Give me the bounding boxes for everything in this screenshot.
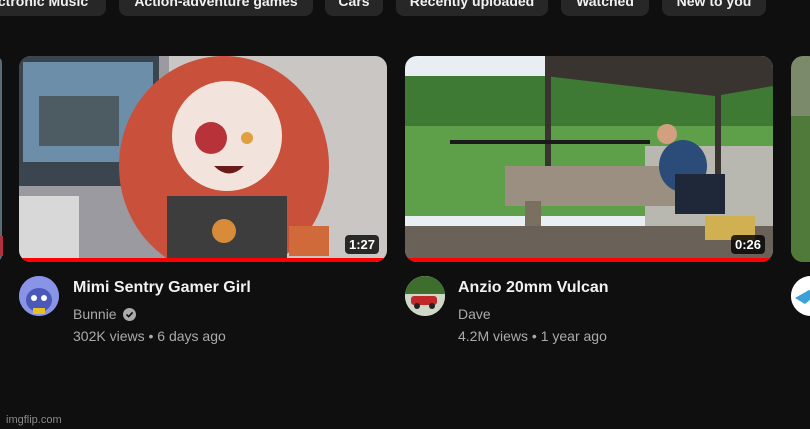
video-meta-1: 302K views • 6 days ago — [73, 328, 226, 344]
red-car-avatar-icon — [405, 276, 445, 316]
watch-progress-bar — [405, 258, 773, 262]
video-title-1[interactable]: Mimi Sentry Gamer Girl — [73, 279, 251, 297]
chip-recently-uploaded[interactable]: Recently uploaded — [396, 0, 548, 16]
partial-thumbnail-left[interactable] — [0, 56, 2, 262]
bird-avatar-icon — [791, 276, 810, 316]
channel-name-1[interactable]: Bunnie — [73, 306, 136, 322]
shooting-range-thumbnail-icon — [405, 56, 773, 262]
blue-fox-avatar-icon — [19, 276, 59, 316]
channel-avatar-2[interactable] — [405, 276, 445, 316]
video-duration: 0:26 — [730, 235, 765, 254]
chip-action-adventure-games[interactable]: Action-adventure games — [119, 0, 313, 16]
channel-name-2[interactable]: Dave — [458, 306, 491, 322]
watermark: imgflip.com — [6, 414, 62, 426]
video-thumbnail-2[interactable]: 0:26 — [405, 56, 773, 262]
verified-check-icon — [122, 307, 136, 321]
partial-card-edge — [0, 236, 3, 256]
chip-cars[interactable]: Cars — [325, 0, 383, 16]
video-duration: 1:27 — [344, 235, 379, 254]
chip-watched[interactable]: Watched — [561, 0, 649, 16]
chip-new-to-you[interactable]: New to you — [662, 0, 766, 16]
chip-electronic-music[interactable]: ctronic Music — [0, 0, 106, 16]
partial-thumbnail-right[interactable] — [791, 56, 810, 262]
anime-character-thumbnail-icon — [19, 56, 387, 262]
video-meta-2: 4.2M views • 1 year ago — [458, 328, 607, 344]
watch-progress-bar — [19, 258, 387, 262]
video-title-2[interactable]: Anzio 20mm Vulcan — [458, 279, 609, 297]
channel-avatar-1[interactable] — [19, 276, 59, 316]
video-thumbnail-1[interactable]: 1:27 — [19, 56, 387, 262]
filter-chip-bar: ctronic Music Action-adventure games Car… — [0, 0, 810, 16]
channel-avatar-3-partial[interactable] — [791, 276, 810, 316]
